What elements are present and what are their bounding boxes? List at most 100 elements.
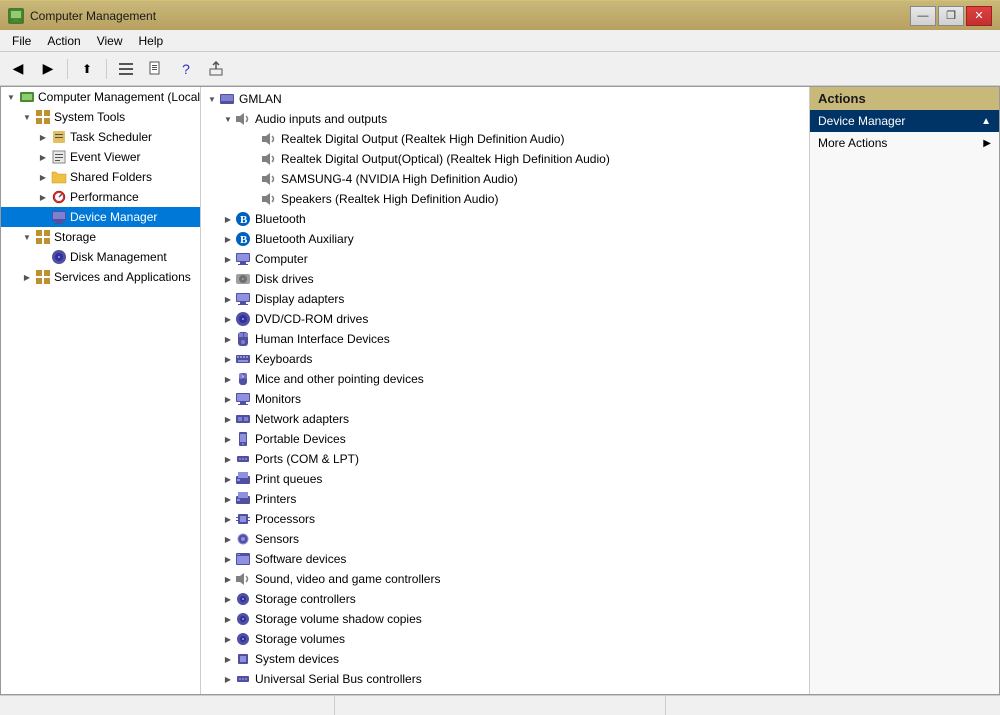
audio-child-3[interactable]: SAMSUNG-4 (NVIDIA High Definition Audio)	[201, 169, 809, 189]
tree-storage[interactable]: ▼ Storage	[1, 227, 200, 247]
audio-group[interactable]: ▼ Audio inputs and outputs	[201, 109, 809, 129]
task-icon	[51, 129, 67, 145]
bluetooth-toggle[interactable]: ▶	[221, 212, 235, 226]
software-devices-group[interactable]: ▶ Software devices	[201, 549, 809, 569]
export-button[interactable]	[202, 56, 230, 82]
menu-file[interactable]: File	[4, 32, 39, 50]
tree-device-manager[interactable]: ▶ Device Manager	[1, 207, 200, 227]
sensors-group[interactable]: ▶ Sensors	[201, 529, 809, 549]
event-toggle[interactable]: ▶	[35, 149, 51, 165]
gmlan-toggle[interactable]: ▼	[205, 92, 219, 106]
dvd-group[interactable]: ▶ DVD/CD-ROM drives	[201, 309, 809, 329]
hid-toggle[interactable]: ▶	[221, 332, 235, 346]
portable-toggle[interactable]: ▶	[221, 432, 235, 446]
bluetooth-aux-group[interactable]: ▶ B Bluetooth Auxiliary	[201, 229, 809, 249]
restore-button[interactable]: ❐	[938, 6, 964, 26]
usb-toggle[interactable]: ▶	[221, 672, 235, 686]
keyboards-group[interactable]: ▶ Keyboards	[201, 349, 809, 369]
device-root[interactable]: ▼ GMLAN	[201, 89, 809, 109]
dvd-toggle[interactable]: ▶	[221, 312, 235, 326]
audio-child-2[interactable]: Realtek Digital Output(Optical) (Realtek…	[201, 149, 809, 169]
action-device-manager[interactable]: Device Manager ▲	[810, 110, 999, 132]
system-devices-toggle[interactable]: ▶	[221, 652, 235, 666]
action-more-actions[interactable]: More Actions ▶	[810, 132, 999, 154]
sound-toggle[interactable]: ▶	[221, 572, 235, 586]
root-toggle[interactable]: ▼	[3, 89, 19, 105]
left-panel: ▼ Computer Management (Local ▼ System To…	[1, 87, 201, 694]
usb-group[interactable]: ▶ Universal Serial Bus controllers	[201, 669, 809, 689]
printers-group[interactable]: ▶ Printers	[201, 489, 809, 509]
storage-shadow-toggle[interactable]: ▶	[221, 612, 235, 626]
system-tools-toggle[interactable]: ▼	[19, 109, 35, 125]
ports-group[interactable]: ▶ Ports (COM & LPT)	[201, 449, 809, 469]
disk-drives-group[interactable]: ▶ Disk drives	[201, 269, 809, 289]
print-queues-toggle[interactable]: ▶	[221, 472, 235, 486]
storage-toggle[interactable]: ▼	[19, 229, 35, 245]
root-icon	[19, 89, 35, 105]
tree-system-tools[interactable]: ▼ System Tools	[1, 107, 200, 127]
storage-shadow-group[interactable]: ▶ Storage volume shadow copies	[201, 609, 809, 629]
network-group[interactable]: ▶ Network adapters	[201, 409, 809, 429]
audio-child-2-icon	[261, 151, 277, 167]
keyboards-toggle[interactable]: ▶	[221, 352, 235, 366]
disk-drives-toggle[interactable]: ▶	[221, 272, 235, 286]
software-devices-toggle[interactable]: ▶	[221, 552, 235, 566]
tree-shared-folders[interactable]: ▶ Shared Folders	[1, 167, 200, 187]
up-button[interactable]: ⬆	[73, 56, 101, 82]
menu-bar: File Action View Help	[0, 30, 1000, 52]
shared-toggle[interactable]: ▶	[35, 169, 51, 185]
help-button[interactable]: ?	[172, 56, 200, 82]
bluetooth-group[interactable]: ▶ B Bluetooth	[201, 209, 809, 229]
display-group[interactable]: ▶ Display adapters	[201, 289, 809, 309]
print-queues-group[interactable]: ▶ Print queues	[201, 469, 809, 489]
network-toggle[interactable]: ▶	[221, 412, 235, 426]
performance-toggle[interactable]: ▶	[35, 189, 51, 205]
wd-toggle[interactable]: ▶	[221, 692, 235, 694]
menu-view[interactable]: View	[89, 32, 131, 50]
audio-child-4[interactable]: Speakers (Realtek High Definition Audio)	[201, 189, 809, 209]
processors-toggle[interactable]: ▶	[221, 512, 235, 526]
tree-event-viewer[interactable]: ▶ Event Viewer	[1, 147, 200, 167]
tree-task-scheduler[interactable]: ▶ Task Scheduler	[1, 127, 200, 147]
processors-group[interactable]: ▶ Processors	[201, 509, 809, 529]
minimize-button[interactable]: —	[910, 6, 936, 26]
portable-group[interactable]: ▶ Portable Devices	[201, 429, 809, 449]
ports-toggle[interactable]: ▶	[221, 452, 235, 466]
storage-vols-group[interactable]: ▶ Storage volumes	[201, 629, 809, 649]
sensors-toggle[interactable]: ▶	[221, 532, 235, 546]
computer-group[interactable]: ▶ Computer	[201, 249, 809, 269]
mice-group[interactable]: ▶ Mice and other pointing devices	[201, 369, 809, 389]
properties-button[interactable]	[142, 56, 170, 82]
tree-performance[interactable]: ▶ Performance	[1, 187, 200, 207]
menu-help[interactable]: Help	[131, 32, 172, 50]
audio-toggle[interactable]: ▼	[221, 112, 235, 126]
task-toggle[interactable]: ▶	[35, 129, 51, 145]
display-icon	[235, 291, 251, 307]
computer-toggle[interactable]: ▶	[221, 252, 235, 266]
storage-ctrl-group[interactable]: ▶ Storage controllers	[201, 589, 809, 609]
audio-child-4-icon	[261, 191, 277, 207]
tree-services[interactable]: ▶ Services and Applications	[1, 267, 200, 287]
hid-group[interactable]: ▶ Human Interface Devices	[201, 329, 809, 349]
device-manager-label: Device Manager	[70, 210, 157, 224]
storage-ctrl-toggle[interactable]: ▶	[221, 592, 235, 606]
services-toggle[interactable]: ▶	[19, 269, 35, 285]
printers-toggle[interactable]: ▶	[221, 492, 235, 506]
sound-group[interactable]: ▶ Sound, video and game controllers	[201, 569, 809, 589]
monitors-toggle[interactable]: ▶	[221, 392, 235, 406]
display-toggle[interactable]: ▶	[221, 292, 235, 306]
bluetooth-aux-toggle[interactable]: ▶	[221, 232, 235, 246]
system-devices-group[interactable]: ▶ System devices	[201, 649, 809, 669]
mice-toggle[interactable]: ▶	[221, 372, 235, 386]
tree-root[interactable]: ▼ Computer Management (Local	[1, 87, 200, 107]
menu-action[interactable]: Action	[39, 32, 88, 50]
close-button[interactable]: ✕	[966, 6, 992, 26]
back-button[interactable]: ◀	[4, 56, 32, 82]
forward-button[interactable]: ▶	[34, 56, 62, 82]
audio-child-1[interactable]: Realtek Digital Output (Realtek High Def…	[201, 129, 809, 149]
wd-group[interactable]: ▶ WD Drive Management devices	[201, 689, 809, 694]
storage-vols-toggle[interactable]: ▶	[221, 632, 235, 646]
tree-disk-management[interactable]: ▶ Disk Management	[1, 247, 200, 267]
show-hide-button[interactable]	[112, 56, 140, 82]
monitors-group[interactable]: ▶ Monitors	[201, 389, 809, 409]
